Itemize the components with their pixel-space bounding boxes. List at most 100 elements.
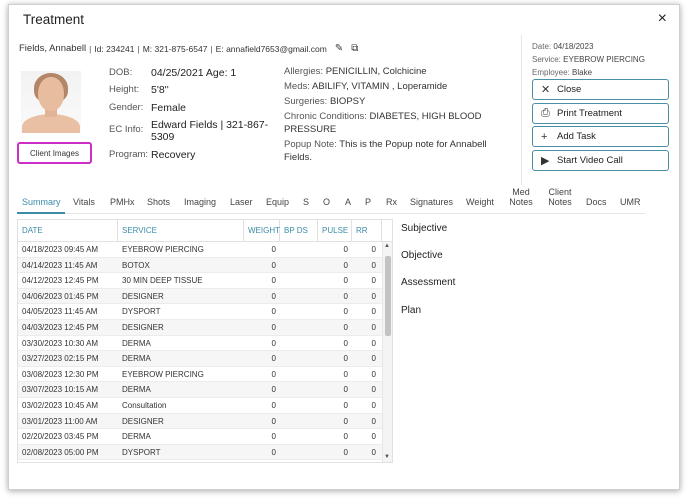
allergies-value: PENICILLIN, Colchicine [325, 66, 427, 77]
cell-date: 03/07/2023 10:15 AM [22, 385, 99, 395]
add-task-label: Add Task [557, 131, 596, 142]
start-video-call-label: Start Video Call [557, 155, 623, 166]
cell-pulse: 0 [343, 369, 348, 379]
table-row[interactable]: 03/02/2023 10:45 AM Consultation 0 0 0 [18, 398, 382, 414]
cell-weight: 0 [271, 416, 276, 426]
column-header-bp-ds[interactable]: BP DS [280, 220, 318, 242]
cell-pulse: 0 [343, 307, 348, 317]
table-row[interactable]: 02/08/2023 05:00 PM DYSPORT 0 0 0 [18, 444, 382, 461]
add-task-button[interactable]: + Add Task [532, 126, 669, 147]
cell-service: Consultation [122, 401, 167, 410]
tab-o[interactable]: O [323, 197, 330, 207]
summary-table: DATE SERVICE WEIGHT BP DS PULSE RR 04/18… [17, 219, 393, 463]
tab-a[interactable]: A [345, 197, 351, 207]
column-header-service[interactable]: SERVICE [118, 220, 244, 242]
plus-icon: + [541, 130, 548, 143]
cell-pulse: 0 [343, 260, 348, 270]
cell-rr: 0 [371, 307, 376, 317]
close-icon: ✕ [541, 84, 551, 96]
table-row[interactable]: 04/12/2023 12:45 PM 30 MIN DEEP TISSUE 0 0 0 [18, 273, 382, 289]
cell-weight: 0 [271, 338, 276, 348]
tab-imaging[interactable]: Imaging [184, 197, 216, 207]
close-icon[interactable]: × [658, 10, 667, 28]
tab-shots[interactable]: Shots [147, 197, 170, 207]
column-header-rr[interactable]: RR [352, 220, 382, 242]
column-header-pulse[interactable]: PULSE [318, 220, 352, 242]
cell-bp-ds [280, 242, 314, 258]
client-images-button[interactable]: Client Images [17, 142, 92, 164]
tab-laser[interactable]: Laser [230, 197, 253, 207]
close-button-label: Close [557, 84, 582, 95]
tab-weight[interactable]: Weight [466, 197, 494, 207]
table-row[interactable]: 04/03/2023 12:45 PM DESIGNER 0 0 0 [18, 320, 382, 336]
cell-rr: 0 [371, 447, 376, 457]
video-camera-icon: ▶ [541, 155, 550, 167]
tab-s[interactable]: S [303, 197, 309, 207]
column-header-date[interactable]: DATE [18, 220, 118, 242]
scrollbar-thumb[interactable] [385, 256, 391, 336]
tab-vitals[interactable]: Vitals [73, 197, 95, 207]
cell-weight: 0 [271, 323, 276, 332]
tab-client-notes[interactable]: Client Notes [544, 187, 576, 207]
table-scrollbar[interactable]: ▲ ▼ [382, 242, 392, 462]
treatment-dialog: Treatment × Fields, Annabell | Id: 23424… [8, 4, 680, 490]
cell-rr: 0 [371, 245, 376, 254]
gender-label: Gender: [109, 102, 144, 113]
tab-summary[interactable]: Summary [22, 197, 61, 207]
table-row[interactable]: 03/27/2023 02:15 PM DERMA 0 0 0 [18, 351, 382, 367]
table-row[interactable]: 03/30/2023 10:30 AM DERMA 0 0 0 [18, 336, 382, 352]
table-row[interactable]: 03/01/2023 11:00 AM DESIGNER 0 0 0 [18, 413, 382, 430]
table-row[interactable]: 04/14/2023 11:45 AM BOTOX 0 0 0 [18, 257, 382, 274]
cell-service: DERMA [122, 338, 151, 348]
height-value: 5'8'' [151, 84, 169, 96]
cell-service: DESIGNER [122, 323, 164, 332]
cell-date: 03/27/2023 02:15 PM [22, 354, 99, 364]
chronic-label: Chronic Conditions: [284, 111, 367, 122]
tab-signatures[interactable]: Signatures [410, 197, 453, 207]
cell-bp-ds [280, 289, 314, 305]
popup-note-label: Popup Note: [284, 139, 337, 150]
tab-equip[interactable]: Equip [266, 197, 289, 207]
separator: | [89, 43, 92, 54]
tab-umr[interactable]: UMR [620, 197, 641, 207]
cell-pulse: 0 [343, 276, 348, 286]
print-treatment-button[interactable]: ⎙ Print Treatment [532, 103, 669, 124]
edit-icon[interactable]: ✎ [335, 43, 343, 54]
scroll-up-icon[interactable]: ▲ [384, 243, 390, 249]
scroll-down-icon[interactable]: ▼ [384, 454, 390, 460]
cell-date: 04/12/2023 12:45 PM [22, 276, 99, 286]
table-row[interactable]: 04/05/2023 11:45 AM DYSPORT 0 0 0 [18, 304, 382, 320]
cell-bp-ds [280, 336, 314, 352]
cell-service: DYSPORT [122, 307, 161, 317]
tab-med-notes[interactable]: Med Notes [508, 187, 534, 207]
cell-date: 04/03/2023 12:45 PM [22, 323, 99, 332]
tab-docs[interactable]: Docs [586, 197, 607, 207]
tab-p[interactable]: P [365, 197, 371, 207]
table-row[interactable]: 04/06/2023 01:45 PM DESIGNER 0 0 0 [18, 288, 382, 305]
cell-pulse: 0 [343, 245, 348, 254]
close-button[interactable]: ✕ Close [532, 79, 669, 100]
table-row[interactable]: 02/20/2023 03:45 PM DERMA 0 0 0 [18, 429, 382, 445]
printer-icon: ⎙ [541, 107, 550, 119]
table-row[interactable]: 04/18/2023 09:45 AM EYEBROW PIERCING 0 0 0 [18, 242, 382, 258]
start-video-call-button[interactable]: ▶ Start Video Call [532, 150, 669, 171]
tab-rx[interactable]: Rx [386, 197, 397, 207]
cell-bp-ds [280, 304, 314, 320]
cell-weight: 0 [271, 369, 276, 379]
cell-service: BOTOX [122, 260, 150, 270]
cell-service: DESIGNER [122, 291, 164, 301]
cell-date: 04/18/2023 09:45 AM [22, 245, 99, 254]
tab-pmhx[interactable]: PMHx [110, 197, 135, 207]
column-header-weight[interactable]: WEIGHT [244, 220, 280, 242]
treatment-meta: Date: 04/18/2023 Service: EYEBROW PIERCI… [532, 40, 645, 79]
cell-rr: 0 [371, 338, 376, 348]
video-icon[interactable]: ⧉ [351, 43, 358, 54]
allergies-label: Allergies: [284, 66, 324, 77]
patient-line: Fields, Annabell | Id: 234241 | M: 321-8… [19, 43, 358, 54]
table-row[interactable]: 03/08/2023 12:30 PM EYEBROW PIERCING 0 0 0 [18, 367, 382, 383]
tab-bar: Summary Vitals PMHx Shots Imaging Laser … [9, 185, 681, 215]
cell-bp-ds [280, 398, 314, 414]
patient-email: E: annafield7653@gmail.com [215, 43, 327, 54]
table-row[interactable]: 03/07/2023 10:15 AM DERMA 0 0 0 [18, 382, 382, 398]
cell-pulse: 0 [343, 385, 348, 395]
